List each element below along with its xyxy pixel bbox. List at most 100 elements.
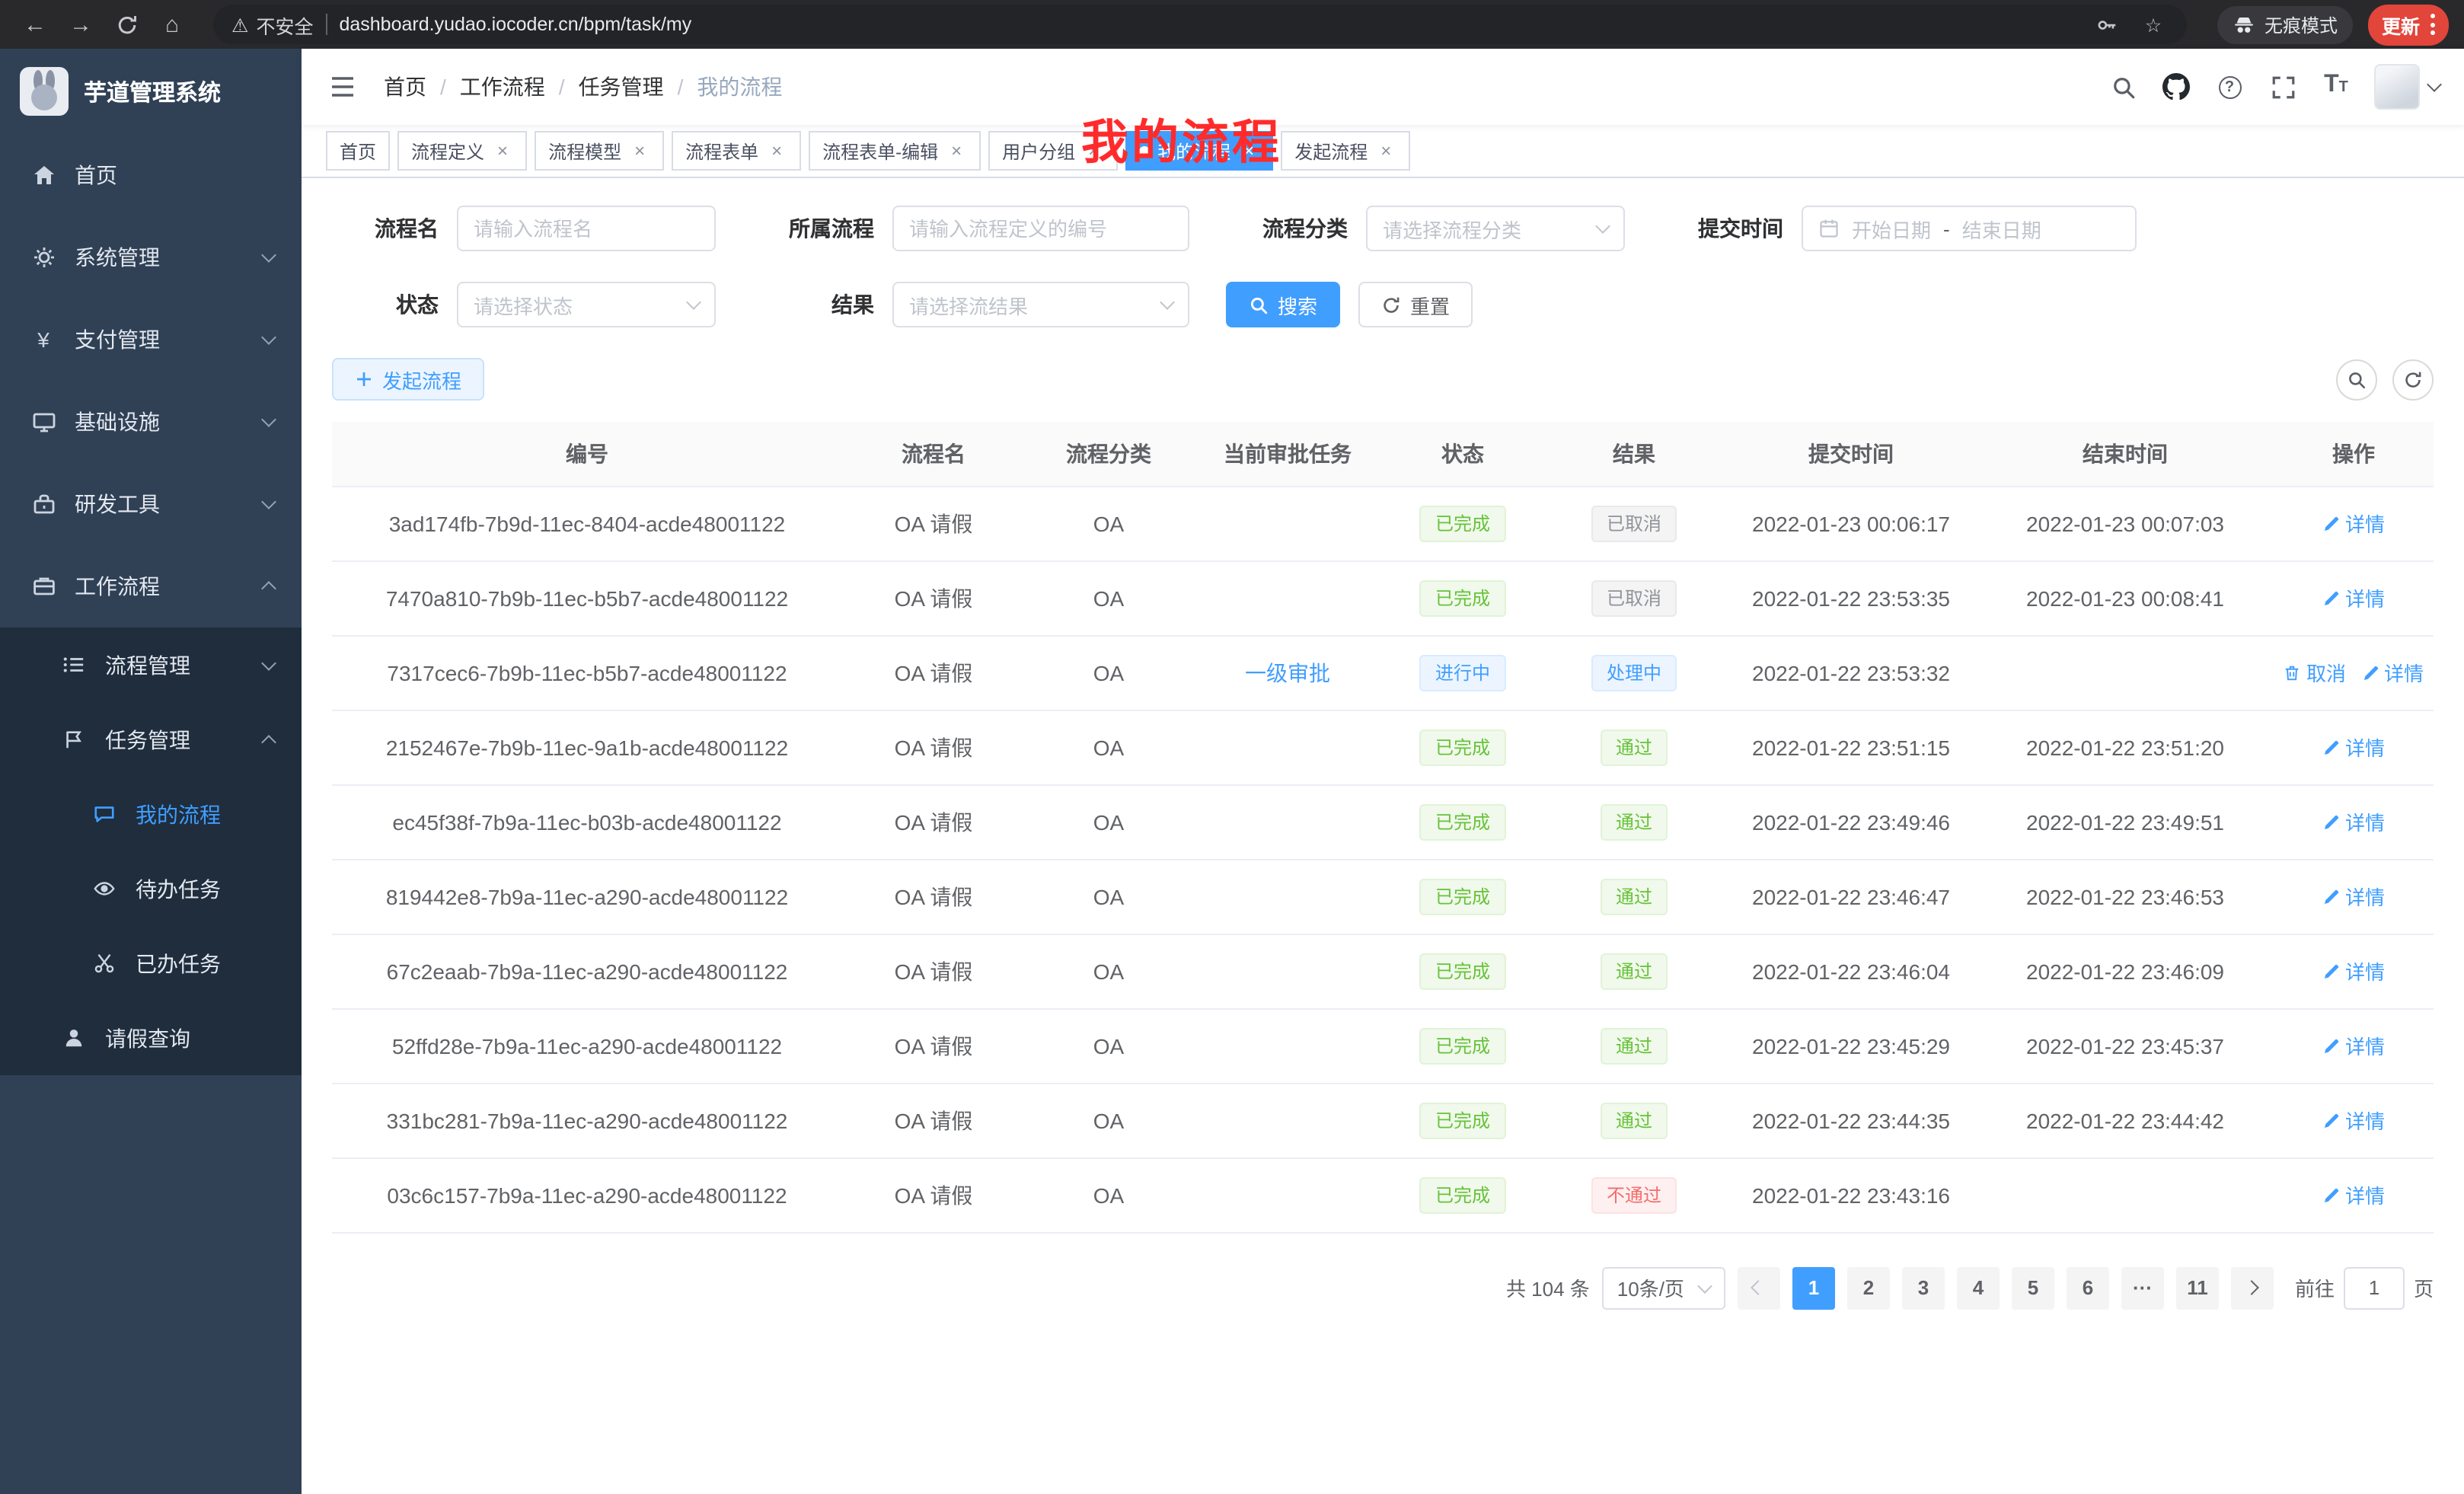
back-icon[interactable]: ← — [15, 5, 55, 44]
status-select[interactable]: 请选择状态 — [457, 282, 716, 327]
detail-link[interactable]: 详情 — [2322, 1031, 2385, 1060]
forward-icon[interactable]: → — [61, 5, 101, 44]
cell-id: 7470a810-7b9b-11ec-b5b7-acde48001122 — [332, 560, 842, 635]
cell-status: 已完成 — [1383, 710, 1543, 784]
toggle-search-button[interactable] — [2336, 359, 2377, 400]
sidebar-item-todo-tasks[interactable]: 待办任务 — [0, 851, 302, 926]
search-button[interactable]: 搜索 — [1226, 282, 1340, 327]
submit-time-range-picker[interactable]: 开始日期 - 结束日期 — [1802, 206, 2137, 251]
detail-link[interactable]: 详情 — [2322, 583, 2385, 612]
parent-process-input[interactable] — [892, 206, 1189, 251]
tab-process-definition[interactable]: 流程定义× — [397, 131, 527, 171]
prev-page-button[interactable] — [1738, 1266, 1780, 1309]
close-icon[interactable]: × — [1375, 140, 1396, 161]
detail-link[interactable]: 详情 — [2322, 1180, 2385, 1209]
result-select[interactable]: 请选择流结果 — [892, 282, 1189, 327]
user-menu[interactable] — [2374, 64, 2440, 110]
detail-link[interactable]: 详情 — [2322, 882, 2385, 911]
home-icon[interactable]: ⌂ — [152, 5, 192, 44]
logo[interactable]: 芋道管理系统 — [0, 49, 302, 134]
tab-process-form[interactable]: 流程表单× — [672, 131, 801, 171]
page-button[interactable]: 6 — [2067, 1266, 2109, 1309]
page-button[interactable]: 1 — [1792, 1266, 1835, 1309]
tab-process-form-edit[interactable]: 流程表单-编辑 × — [809, 131, 981, 171]
page-button[interactable]: 5 — [2012, 1266, 2054, 1309]
process-name-input[interactable] — [457, 206, 716, 251]
cell-current-task — [1192, 859, 1383, 934]
breadcrumb-workflow[interactable]: 工作流程 — [460, 72, 545, 102]
cell-status: 已完成 — [1383, 784, 1543, 859]
key-icon[interactable] — [2092, 9, 2123, 40]
tab-start-process[interactable]: 发起流程 × — [1281, 131, 1410, 171]
chevron-down-icon — [1160, 295, 1175, 310]
page-button[interactable]: 4 — [1957, 1266, 2000, 1309]
star-icon[interactable]: ☆ — [2138, 9, 2169, 40]
help-icon[interactable]: ? — [2214, 72, 2245, 102]
reset-button[interactable]: 重置 — [1358, 282, 1473, 327]
page-button[interactable]: 3 — [1902, 1266, 1945, 1309]
tab-label: 流程表单-编辑 — [822, 138, 938, 164]
current-task-link[interactable]: 一级审批 — [1245, 660, 1330, 685]
cell-id: 3ad174fb-7b9d-11ec-8404-acde48001122 — [332, 486, 842, 560]
sidebar-item-done-tasks[interactable]: 已办任务 — [0, 926, 302, 1001]
sidebar-item-infrastructure[interactable]: 基础设施 — [0, 381, 302, 463]
update-button[interactable]: 更新 — [2368, 4, 2449, 45]
hamburger-icon[interactable] — [326, 70, 359, 104]
reload-icon[interactable] — [107, 5, 146, 44]
github-icon[interactable] — [2161, 72, 2191, 102]
sidebar-item-payment[interactable]: ¥ 支付管理 — [0, 298, 302, 381]
result-badge: 通过 — [1601, 1102, 1668, 1138]
fullscreen-icon[interactable] — [2268, 72, 2298, 102]
detail-link[interactable]: 详情 — [2322, 1106, 2385, 1135]
goto-page-input[interactable] — [2344, 1266, 2405, 1309]
cell-submit-time: 2022-01-22 23:49:46 — [1725, 784, 1977, 859]
close-icon[interactable]: × — [629, 140, 650, 161]
avatar[interactable] — [2374, 64, 2420, 110]
sidebar: 芋道管理系统 首页 系统管理 ¥ 支付管理 基础设施 — [0, 49, 302, 1494]
category-select[interactable]: 请选择流程分类 — [1366, 206, 1625, 251]
sidebar-item-process-mgmt[interactable]: 流程管理 — [0, 627, 302, 702]
breadcrumb-task-mgmt[interactable]: 任务管理 — [579, 72, 664, 102]
detail-link[interactable]: 详情 — [2322, 956, 2385, 985]
create-process-button[interactable]: 发起流程 — [332, 358, 484, 401]
sidebar-item-my-process[interactable]: 我的流程 — [0, 777, 302, 851]
security-warning[interactable]: ⚠ 不安全 — [231, 10, 313, 39]
breadcrumb-separator: / — [678, 75, 684, 99]
page-size-select[interactable]: 10条/页 — [1602, 1266, 1725, 1309]
close-icon[interactable]: × — [492, 140, 513, 161]
tab-label: 发起流程 — [1294, 138, 1368, 164]
cell-actions: 取消详情 — [2274, 635, 2434, 710]
sidebar-item-home[interactable]: 首页 — [0, 134, 302, 216]
sidebar-item-system[interactable]: 系统管理 — [0, 216, 302, 298]
more-pages-button[interactable]: ··· — [2121, 1266, 2164, 1309]
detail-link[interactable]: 详情 — [2322, 733, 2385, 761]
sidebar-item-leave-query[interactable]: 请假查询 — [0, 1001, 302, 1075]
close-icon[interactable]: × — [946, 140, 967, 161]
close-icon[interactable]: × — [766, 140, 787, 161]
breadcrumb-home[interactable]: 首页 — [384, 72, 426, 102]
page-button[interactable]: 11 — [2176, 1266, 2219, 1309]
detail-link[interactable]: 详情 — [2322, 807, 2385, 836]
result-badge: 已取消 — [1591, 505, 1677, 541]
refresh-table-button[interactable] — [2392, 359, 2434, 400]
url-text[interactable]: dashboard.yudao.iocoder.cn/bpm/task/my — [339, 14, 2079, 35]
incognito-icon — [2233, 13, 2255, 36]
table-header-row: 编号 流程名 流程分类 当前审批任务 状态 结果 提交时间 结束时间 操作 — [332, 422, 2434, 486]
next-page-button[interactable] — [2231, 1266, 2274, 1309]
tab-home[interactable]: 首页 — [326, 131, 390, 171]
sidebar-item-workflow[interactable]: 工作流程 — [0, 545, 302, 627]
cell-status: 已完成 — [1383, 934, 1543, 1008]
address-bar[interactable]: ⚠ 不安全 dashboard.yudao.iocoder.cn/bpm/tas… — [213, 5, 2187, 44]
cancel-link[interactable]: 取消 — [2284, 658, 2346, 687]
browser-menu-icon[interactable] — [2430, 14, 2435, 35]
detail-link[interactable]: 详情 — [2361, 658, 2424, 687]
tab-process-model[interactable]: 流程模型× — [535, 131, 664, 171]
search-icon[interactable] — [2108, 72, 2138, 102]
chevron-down-icon — [261, 494, 276, 509]
top-navbar: 首页 / 工作流程 / 任务管理 / 我的流程 ? — [302, 49, 2464, 125]
page-button[interactable]: 2 — [1847, 1266, 1890, 1309]
font-size-icon[interactable]: TT — [2321, 72, 2351, 102]
sidebar-item-task-mgmt[interactable]: 任务管理 — [0, 702, 302, 777]
detail-link[interactable]: 详情 — [2322, 509, 2385, 538]
sidebar-item-devtools[interactable]: 研发工具 — [0, 463, 302, 545]
